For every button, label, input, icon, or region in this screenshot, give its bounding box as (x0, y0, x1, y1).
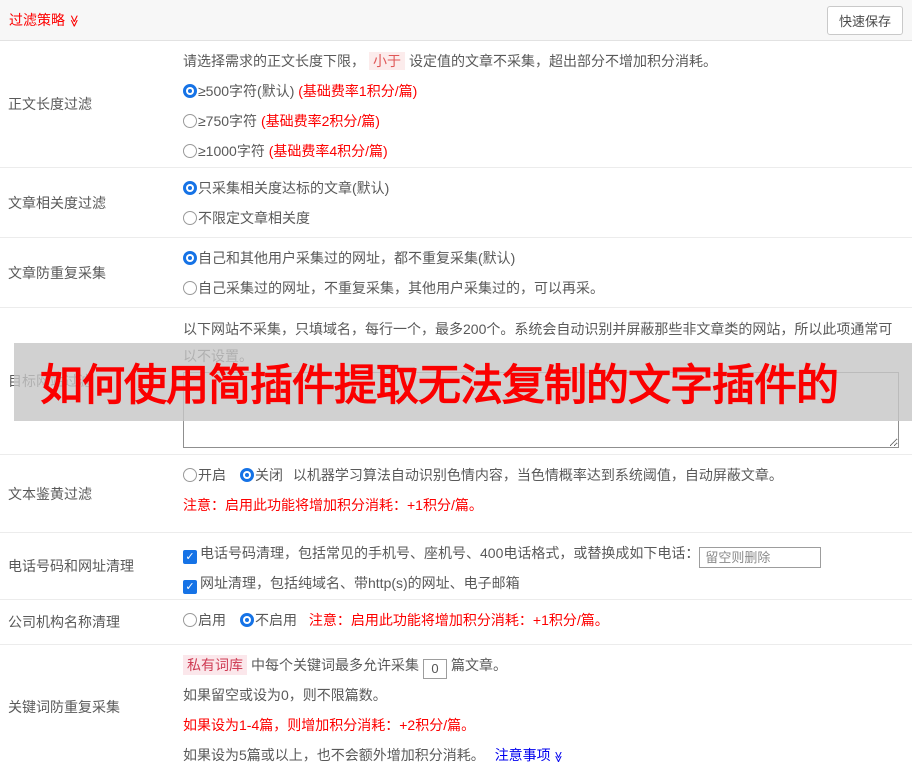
row-phone-url-clean: 电话号码和网址清理 ✓ 电话号码清理，包括常见的手机号、座机号、400电话格式，或… (0, 533, 912, 600)
radio-option-relevance-any[interactable]: 不限定文章相关度 (183, 203, 905, 233)
radio-label: 自己采集过的网址，不重复采集，其他用户采集过的，可以再采。 (198, 280, 604, 296)
row-body-length-filter: 正文长度过滤 请选择需求的正文长度下限， 小于 设定值的文章不采集，超出部分不增加积… (0, 41, 912, 168)
company-clean-options: 启用 不启用 注意：启用此功能将增加积分消耗：+1积分/篇。 (183, 605, 905, 635)
radio-label: 只采集相关度达标的文章(默认) (198, 180, 390, 196)
max-articles-input[interactable] (423, 658, 447, 679)
radio-icon[interactable] (183, 281, 197, 295)
url-clean-option[interactable]: ✓ 网址清理，包括纯域名、带http(s)的网址、电子邮箱 (183, 568, 905, 598)
replacement-phone-input[interactable] (699, 547, 822, 568)
radio-label: ≥1000字符 (198, 143, 269, 159)
checkbox-label: 电话号码清理，包括常见的手机号、座机号、400电话格式，或替换成如下电话： (200, 545, 700, 561)
checkbox-label: 网址清理，包括纯域名、带http(s)的网址、电子邮箱 (200, 575, 520, 591)
porn-filter-options: 开启 关闭 以机器学习算法自动识别色情内容，当色情概率达到系统阈值，自动屏蔽文章。 (183, 460, 905, 490)
row-content-porn-filter: 开启 关闭 以机器学习算法自动识别色情内容，当色情概率达到系统阈值，自动屏蔽文章。… (183, 455, 912, 532)
radio-option-relevance-strict[interactable]: 只采集相关度达标的文章(默认) (183, 173, 905, 203)
radio-option-1000[interactable]: ≥1000字符 (基础费率4积分/篇) (183, 136, 905, 166)
radio-option-enable[interactable]: 开启 (183, 467, 226, 483)
row-company-clean: 公司机构名称清理 启用 不启用 注意：启用此功能将增加积分消耗：+1积分/篇。 (0, 600, 912, 645)
radio-label: 关闭 (255, 467, 283, 483)
chevron-down-icon: ≫ (67, 14, 82, 28)
phone-clean-option[interactable]: ✓ 电话号码清理，包括常见的手机号、座机号、400电话格式，或替换成如下电话： (183, 538, 905, 568)
intro-post-text: 设定值的文章不采集，超出部分不增加积分消耗。 (409, 53, 717, 69)
checkbox-checked-icon[interactable]: ✓ (183, 550, 197, 564)
row-label-company-clean: 公司机构名称清理 (8, 614, 120, 630)
row-content-dedup: 自己和其他用户采集过的网址，都不重复采集(默认) 自己采集过的网址，不重复采集，… (183, 238, 912, 307)
row-content-relevance: 只采集相关度达标的文章(默认) 不限定文章相关度 (183, 168, 912, 237)
less-than-badge: 小于 (369, 52, 405, 70)
radio-icon[interactable] (240, 613, 254, 627)
radio-label: 不启用 (255, 612, 297, 628)
row-content-body-length: 请选择需求的正文长度下限， 小于 设定值的文章不采集，超出部分不增加积分消耗。 ≥5… (183, 41, 912, 167)
radio-label: ≥500字符(默认) (198, 83, 299, 99)
overlay-banner: 如何使用简插件提取无法复制的文字插件的 (14, 343, 912, 421)
radio-icon[interactable] (240, 468, 254, 482)
porn-filter-description: 以机器学习算法自动识别色情内容，当色情概率达到系统阈值，自动屏蔽文章。 (292, 467, 783, 483)
radio-icon[interactable] (183, 613, 197, 627)
row-label-keyword-dedup: 关键词防重复采集 (8, 698, 120, 715)
filter-strategy-page: { "header": { "title": "过滤策略", "chevron"… (0, 0, 912, 768)
row-keyword-dedup: 关键词防重复采集 私有词库中每个关键词最多允许采集 篇文章。 如果留空或设为0，则… (0, 645, 912, 768)
chevron-down-icon: ≫ (551, 751, 564, 763)
page-title-group[interactable]: 过滤策略 ≫ (9, 10, 81, 30)
radio-label: 开启 (198, 467, 226, 483)
row-label-relevance: 文章相关度过滤 (8, 194, 106, 211)
porn-filter-cost-note: 注意：启用此功能将增加积分消耗：+1积分/篇。 (183, 497, 483, 513)
note-text: 如果设为5篇或以上，也不会额外增加积分消耗。 (183, 747, 485, 763)
radio-icon[interactable] (183, 181, 197, 195)
fee-note: (基础费率1积分/篇) (298, 83, 418, 99)
radio-option-dedup-all[interactable]: 自己和其他用户采集过的网址，都不重复采集(默认) (183, 243, 905, 273)
radio-label: 不限定文章相关度 (198, 210, 310, 226)
radio-option-disable[interactable]: 关闭 (240, 467, 283, 483)
page-title: 过滤策略 (9, 12, 65, 28)
row-porn-filter: 文本鉴黄过滤 开启 关闭 以机器学习算法自动识别色情内容，当色情概率达到系统阈值，… (0, 455, 912, 533)
row-relevance-filter: 文章相关度过滤 只采集相关度达标的文章(默认) 不限定文章相关度 (0, 168, 912, 238)
limit-text: 中每个关键词最多允许采集 (251, 657, 419, 673)
checkbox-checked-icon[interactable]: ✓ (183, 580, 197, 594)
radio-option-750[interactable]: ≥750字符 (基础费率2积分/篇) (183, 106, 905, 136)
overlay-banner-text: 如何使用简插件提取无法复制的文字插件的 (40, 362, 839, 410)
radio-option-dedup-self[interactable]: 自己采集过的网址，不重复采集，其他用户采集过的，可以再采。 (183, 273, 905, 303)
fee-note: (基础费率4积分/篇) (268, 143, 388, 159)
row-label-dedup: 文章防重复采集 (8, 264, 106, 281)
radio-icon[interactable] (183, 211, 197, 225)
radio-icon[interactable] (183, 84, 197, 98)
keyword-note-cost: 如果设为1-4篇，则增加积分消耗：+2积分/篇。 (183, 717, 476, 733)
radio-label: ≥750字符 (198, 113, 261, 129)
radio-icon[interactable] (183, 144, 197, 158)
body-length-intro: 请选择需求的正文长度下限， 小于 设定值的文章不采集，超出部分不增加积分消耗。 (183, 46, 905, 76)
quick-save-button[interactable]: 快速保存 (826, 5, 903, 35)
radio-icon[interactable] (183, 251, 197, 265)
company-clean-cost-note: 注意：启用此功能将增加积分消耗：+1积分/篇。 (308, 612, 609, 628)
keyword-limit-line: 私有词库中每个关键词最多允许采集 篇文章。 (183, 650, 905, 680)
radio-label: 自己和其他用户采集过的网址，都不重复采集(默认) (198, 250, 516, 266)
row-content-company-clean: 启用 不启用 注意：启用此功能将增加积分消耗：+1积分/篇。 (183, 600, 912, 644)
row-label-porn-filter: 文本鉴黄过滤 (8, 485, 92, 502)
row-label-body-length: 正文长度过滤 (8, 96, 92, 112)
intro-pre-text: 请选择需求的正文长度下限， (183, 53, 365, 69)
row-dedup-filter: 文章防重复采集 自己和其他用户采集过的网址，都不重复采集(默认) 自己采集过的网… (0, 238, 912, 308)
private-thesaurus-badge: 私有词库 (183, 655, 247, 675)
top-bar: 过滤策略 ≫ 快速保存 (0, 0, 912, 41)
keyword-note-zero: 如果留空或设为0，则不限篇数。 (183, 687, 387, 703)
radio-label: 启用 (198, 612, 226, 628)
radio-option-500[interactable]: ≥500字符(默认) (基础费率1积分/篇) (183, 76, 905, 106)
radio-option-enable[interactable]: 启用 (183, 612, 226, 628)
row-label-phone-url: 电话号码和网址清理 (8, 558, 134, 574)
radio-icon[interactable] (183, 468, 197, 482)
limit-text-end: 篇文章。 (451, 657, 507, 673)
fee-note: (基础费率2积分/篇) (260, 113, 380, 129)
row-content-keyword-dedup: 私有词库中每个关键词最多允许采集 篇文章。 如果留空或设为0，则不限篇数。 如果设… (183, 645, 912, 768)
keyword-note-five: 如果设为5篇或以上，也不会额外增加积分消耗。 注意事项≫ (183, 740, 905, 768)
radio-option-disable[interactable]: 不启用 (240, 612, 297, 628)
row-content-phone-url: ✓电话号码清理，包括常见的手机号、座机号、400电话格式，或替换成如下电话： ✓… (183, 533, 912, 599)
radio-icon[interactable] (183, 114, 197, 128)
